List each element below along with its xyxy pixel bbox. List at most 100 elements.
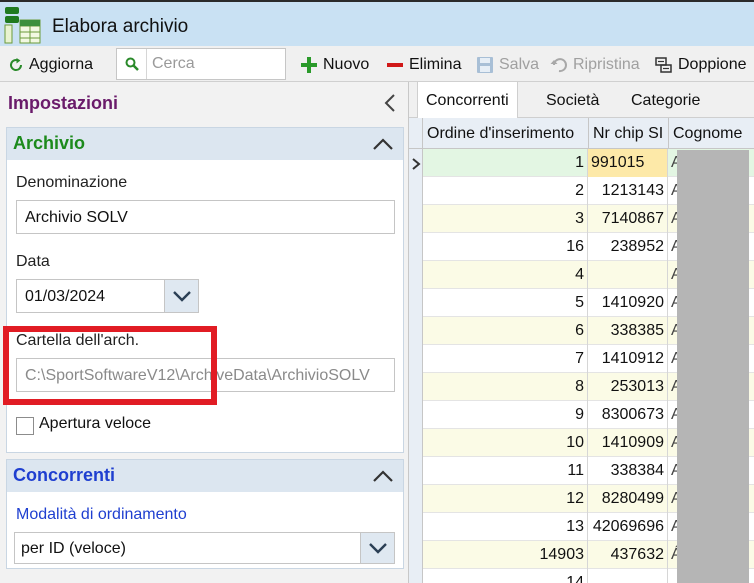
plus-icon [301, 57, 317, 73]
cell-chip[interactable]: 1410912 [588, 345, 668, 373]
sort-mode-label: Modalità di ordinamento [16, 506, 187, 523]
duplicates-label: Doppione [678, 56, 747, 73]
folder-label: Cartella dell'arch. [16, 332, 140, 349]
duplicates-icon [655, 57, 672, 73]
cell-order[interactable]: 16 [423, 233, 588, 261]
cell-order[interactable]: 2 [423, 177, 588, 205]
row-indicator-column [409, 149, 423, 583]
grid-tabs: Concorrenti Società Categorie [409, 82, 754, 119]
archive-section: Archivio Denominazione Archivio SOLV Dat… [6, 127, 404, 453]
minus-icon [387, 63, 403, 67]
grid-header: Ordine d'inserimento Nr chip SI Cognome [409, 118, 754, 149]
cell-order[interactable]: 8 [423, 373, 588, 401]
cell-order[interactable]: 14 [423, 569, 588, 583]
chevron-up-icon[interactable] [371, 465, 395, 487]
sort-dropdown-button[interactable] [360, 533, 394, 563]
fast-open-label: Apertura veloce [39, 415, 152, 432]
delete-button[interactable]: Elimina [386, 54, 461, 76]
cell-order[interactable]: 7 [423, 345, 588, 373]
date-value: 01/03/2024 [25, 288, 106, 305]
tab-categories[interactable]: Categorie [623, 82, 708, 118]
archive-section-title: Archivio [13, 133, 86, 153]
cell-chip[interactable]: 991015 [588, 149, 668, 177]
spreadsheet-app-icon [4, 7, 41, 44]
sort-mode-select[interactable]: per ID (veloce) [14, 532, 395, 564]
cell-chip[interactable]: 8280499 [588, 485, 668, 513]
refresh-button[interactable]: Aggiorna [8, 54, 93, 76]
name-value: Archivio SOLV [25, 209, 128, 226]
archive-section-header[interactable]: Archivio [7, 128, 403, 160]
cell-order[interactable]: 9 [423, 401, 588, 429]
refresh-icon [10, 58, 23, 71]
sort-mode-value: per ID (veloce) [21, 540, 126, 557]
header-corner [409, 118, 423, 149]
fast-open-checkbox[interactable] [16, 417, 34, 435]
cell-order[interactable]: 6 [423, 317, 588, 345]
search-box[interactable] [116, 48, 286, 80]
tab-competitors[interactable]: Concorrenti [417, 82, 518, 119]
column-header-surname[interactable]: Cognome [669, 118, 754, 149]
cell-chip[interactable]: 7140867 [588, 205, 668, 233]
undo-icon [550, 58, 567, 73]
competitors-section: Concorrenti Modalità di ordinamento per … [6, 459, 404, 569]
cell-chip[interactable]: 1410920 [588, 289, 668, 317]
folder-value: C:\SportSoftwareV12\ArchiveData\Archivio… [25, 367, 370, 384]
column-header-chip[interactable]: Nr chip SI [589, 118, 669, 149]
cell-order[interactable]: 5 [423, 289, 588, 317]
competitors-section-header[interactable]: Concorrenti [7, 460, 403, 492]
new-label: Nuovo [323, 56, 370, 73]
settings-panel-title: Impostazioni [8, 93, 119, 113]
cell-order[interactable]: 10 [423, 429, 588, 457]
date-picker[interactable]: 01/03/2024 [16, 279, 199, 313]
redacted-region [677, 150, 749, 583]
restore-label: Ripristina [573, 56, 640, 73]
date-label: Data [16, 253, 50, 270]
cell-order[interactable]: 14903 [423, 541, 588, 569]
toolbar: Aggiorna Nuovo Elimina Salva [0, 46, 754, 82]
column-header-order[interactable]: Ordine d'inserimento [423, 118, 589, 149]
cell-chip[interactable]: 1410909 [588, 429, 668, 457]
cell-chip[interactable]: 1213143 [588, 177, 668, 205]
cell-chip[interactable]: 238952 [588, 233, 668, 261]
delete-label: Elimina [409, 56, 462, 73]
data-grid-area: Concorrenti Società Categorie Ordine d'i… [409, 82, 754, 583]
search-icon [117, 49, 147, 79]
save-label: Salva [499, 56, 540, 73]
cell-order[interactable]: 4 [423, 261, 588, 289]
current-row-arrow-icon [412, 158, 421, 170]
chevron-left-icon [384, 94, 395, 112]
new-button[interactable]: Nuovo [300, 54, 369, 76]
cell-chip[interactable] [588, 261, 668, 289]
cell-chip[interactable]: 338385 [588, 317, 668, 345]
cell-order[interactable]: 11 [423, 457, 588, 485]
cell-chip[interactable]: 338384 [588, 457, 668, 485]
cell-order[interactable]: 12 [423, 485, 588, 513]
save-button[interactable]: Salva [476, 54, 539, 76]
settings-panel: Impostazioni Archivio Denominazione Arch… [0, 82, 409, 583]
chevron-down-icon [172, 291, 191, 302]
cell-order[interactable]: 3 [423, 205, 588, 233]
name-label: Denominazione [16, 174, 128, 191]
duplicates-button[interactable]: Doppione [655, 54, 747, 76]
refresh-label: Aggiorna [29, 56, 94, 73]
title-bar: Elabora archivio [0, 0, 754, 46]
restore-button[interactable]: Ripristina [550, 54, 640, 76]
tab-clubs[interactable]: Società [538, 82, 607, 118]
window-title: Elabora archivio [52, 16, 189, 37]
name-field[interactable]: Archivio SOLV [16, 200, 395, 234]
competitors-section-title: Concorrenti [13, 465, 116, 485]
chevron-down-icon [368, 543, 387, 554]
cell-chip[interactable]: 42069696 [588, 513, 668, 541]
search-input[interactable] [152, 49, 282, 79]
cell-chip[interactable]: 253013 [588, 373, 668, 401]
chevron-up-icon[interactable] [371, 133, 395, 155]
date-dropdown-button[interactable] [164, 280, 198, 312]
cell-order[interactable]: 13 [423, 513, 588, 541]
collapse-panel-button[interactable] [379, 90, 401, 116]
cell-chip[interactable] [588, 569, 668, 583]
cell-chip[interactable]: 8300673 [588, 401, 668, 429]
floppy-disk-icon [477, 57, 493, 73]
cell-chip[interactable]: 437632 [588, 541, 668, 569]
cell-order[interactable]: 1 [423, 149, 588, 177]
folder-field[interactable]: C:\SportSoftwareV12\ArchiveData\Archivio… [16, 358, 395, 392]
